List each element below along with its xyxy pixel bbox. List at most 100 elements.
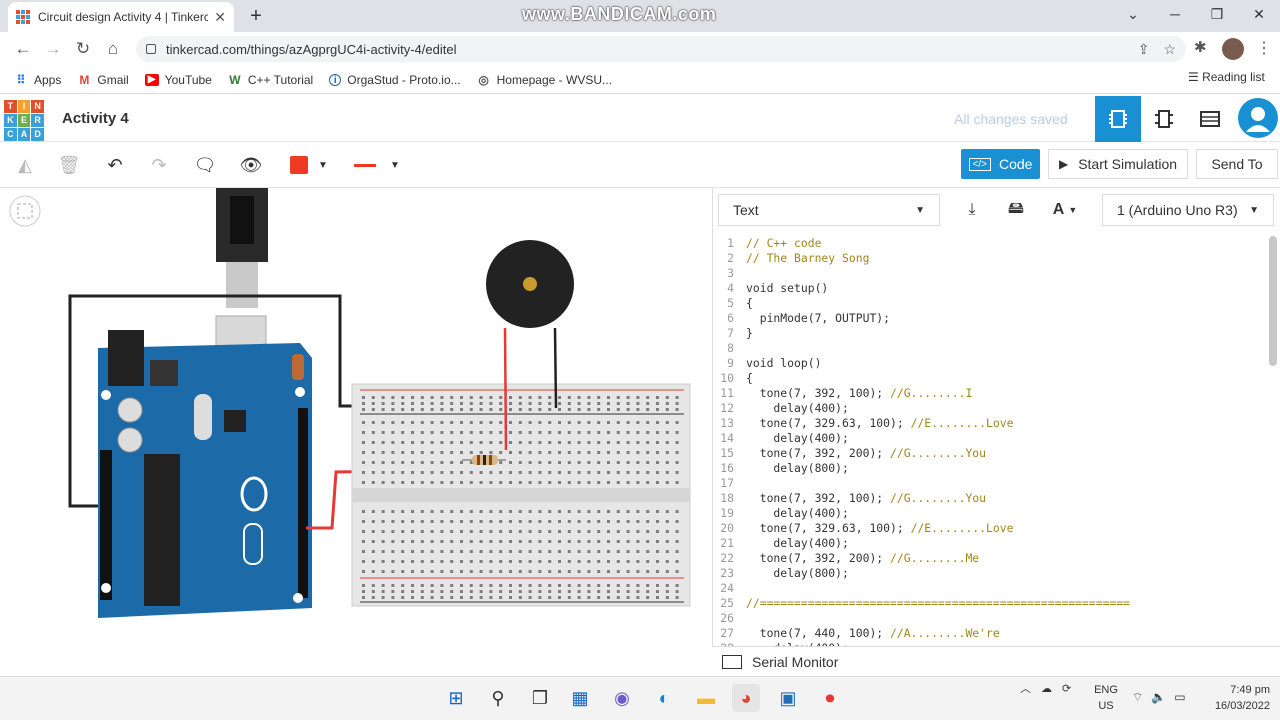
language-indicator[interactable]: ENG US xyxy=(1094,682,1118,714)
extensions-icon[interactable]: ✱ xyxy=(1194,38,1207,56)
code-line[interactable]: 11 tone(7, 392, 100); //G........I xyxy=(714,386,1268,401)
component-list-button[interactable] xyxy=(1187,96,1233,142)
code-line[interactable]: 24 xyxy=(714,581,1268,596)
search-button[interactable]: ⚲ xyxy=(484,684,512,712)
notes-visibility-button[interactable]: 👁 xyxy=(234,148,268,182)
file-explorer-button[interactable]: ▬ xyxy=(692,684,720,712)
bookmark-gmail[interactable]: M Gmail xyxy=(77,73,128,87)
restore-button[interactable]: ❐ xyxy=(1196,0,1238,32)
close-tab-icon[interactable]: ✕ xyxy=(214,9,226,26)
code-line[interactable]: 17 xyxy=(714,476,1268,491)
quick-settings[interactable]: ⌔ 🔈 ▭ xyxy=(1132,690,1186,705)
font-size-button[interactable]: A ▼ xyxy=(1042,194,1088,226)
wire-type-picker[interactable]: ▼ xyxy=(346,150,406,180)
widgets-button[interactable]: ▦ xyxy=(566,684,594,712)
task-view-button[interactable]: ❐ xyxy=(526,684,554,712)
code-line[interactable]: 26 xyxy=(714,611,1268,626)
forward-button[interactable]: → xyxy=(38,39,68,59)
user-account-icon[interactable] xyxy=(1238,98,1278,138)
breadboard-hole xyxy=(381,510,385,513)
code-line[interactable]: 23 delay(800); xyxy=(714,566,1268,581)
breadboard-hole xyxy=(577,471,581,474)
code-line[interactable]: 3 xyxy=(714,266,1268,281)
arduino-uno-board[interactable] xyxy=(98,330,312,618)
code-line[interactable]: 16 delay(800); xyxy=(714,461,1268,476)
address-bar[interactable]: tinkercad.com/things/azAgprgUC4i-activit… xyxy=(136,36,1186,62)
circuit-canvas[interactable] xyxy=(0,188,712,676)
start-simulation-button[interactable]: ▶ Start Simulation xyxy=(1048,149,1188,179)
code-line[interactable]: 22 tone(7, 392, 200); //G........Me xyxy=(714,551,1268,566)
notes-button[interactable]: 🗨 xyxy=(188,148,222,182)
board-select[interactable]: 1 (Arduino Uno R3) ▼ xyxy=(1102,194,1274,226)
bookmark-youtube[interactable]: ▶ YouTube xyxy=(144,73,212,87)
tab-search-icon[interactable]: ⌄ xyxy=(1112,0,1154,32)
code-editor[interactable]: 1 // C++ code 2 // The Barney Song 3 4 void se… xyxy=(714,236,1268,650)
chevron-up-icon[interactable]: ︿ xyxy=(1020,680,1031,696)
code-line[interactable]: 19 delay(400); xyxy=(714,506,1268,521)
minimize-button[interactable]: ─ xyxy=(1154,0,1196,32)
code-line[interactable]: 7} xyxy=(714,326,1268,341)
bandicam-button[interactable]: ⏺ xyxy=(816,684,844,712)
code-line[interactable]: 14 delay(400); xyxy=(714,431,1268,446)
code-line[interactable]: 13 tone(7, 329.63, 100); //E........Love xyxy=(714,416,1268,431)
code-line[interactable]: 6 pinMode(7, OUTPUT); xyxy=(714,311,1268,326)
start-button[interactable]: ⊞ xyxy=(442,684,470,712)
breadboard-hole xyxy=(509,481,512,484)
profile-avatar[interactable] xyxy=(1222,38,1244,60)
edge-button[interactable]: ◐ xyxy=(650,684,678,712)
sync-icon[interactable]: ⟳ xyxy=(1062,682,1071,695)
rotate-button[interactable]: ◭ xyxy=(8,148,42,182)
code-line[interactable]: 10 { xyxy=(714,371,1268,386)
code-line[interactable]: 2 // The Barney Song xyxy=(714,251,1268,266)
bookmark-cpp-tutorial[interactable]: W C++ Tutorial xyxy=(228,73,313,87)
bookmark-wvsu[interactable]: ◎ Homepage - WVSU... xyxy=(477,73,612,87)
code-mode-select[interactable]: Text ▼ xyxy=(718,194,940,226)
download-code-button[interactable]: ⤓ xyxy=(954,194,990,226)
reading-list[interactable]: ☰ Reading list xyxy=(1188,70,1265,84)
redo-button[interactable]: ↷ xyxy=(142,148,176,182)
code-line[interactable]: 1 // C++ code xyxy=(714,236,1268,251)
teams-chat-button[interactable]: ◉ xyxy=(608,684,636,712)
code-line[interactable]: 20 tone(7, 329.63, 100); //E........Love xyxy=(714,521,1268,536)
code-line[interactable]: 4 void setup() xyxy=(714,281,1268,296)
network-off-icon[interactable]: ☁ xyxy=(1041,682,1052,695)
breadboard[interactable] xyxy=(351,383,691,607)
tinkercad-logo[interactable]: T I N K E R C A D xyxy=(4,100,44,141)
code-line[interactable]: 27 tone(7, 440, 100); //A........We're xyxy=(714,626,1268,641)
serial-monitor-bar[interactable]: Serial Monitor xyxy=(712,646,1280,676)
send-to-button[interactable]: Send To xyxy=(1196,149,1278,179)
close-window-button[interactable]: ✕ xyxy=(1238,0,1280,32)
editor-scrollbar[interactable] xyxy=(1269,236,1277,366)
schematic-view-button[interactable] xyxy=(1141,96,1187,142)
fit-view-icon[interactable] xyxy=(9,195,41,227)
new-tab-button[interactable]: + xyxy=(244,4,268,28)
delete-button[interactable]: 🗑 xyxy=(52,148,86,182)
home-button[interactable]: ⌂ xyxy=(98,39,128,59)
upload-library-button[interactable]: 🖴 xyxy=(998,194,1034,226)
bookmark-apps[interactable]: ⠿ Apps xyxy=(14,73,62,87)
code-line[interactable]: 21 delay(400); xyxy=(714,536,1268,551)
design-title[interactable]: Activity 4 xyxy=(62,110,129,127)
system-clock[interactable]: 7:49 pm 16/03/2022 xyxy=(1206,682,1270,714)
undo-button[interactable]: ↶ xyxy=(98,148,132,182)
code-line[interactable]: 8 xyxy=(714,341,1268,356)
code-line[interactable]: 15 tone(7, 392, 200); //G........You xyxy=(714,446,1268,461)
code-line[interactable]: 12 delay(400); xyxy=(714,401,1268,416)
share-icon[interactable]: ⇪ xyxy=(1138,41,1150,58)
breadboard-hole xyxy=(636,530,640,533)
photos-button[interactable]: ▣ xyxy=(774,684,802,712)
code-line[interactable]: 9 void loop() xyxy=(714,356,1268,371)
code-button[interactable]: </> Code xyxy=(961,149,1040,179)
browser-tab[interactable]: Circuit design Activity 4 | Tinkerc ✕ xyxy=(8,2,234,32)
code-line[interactable]: 18 tone(7, 392, 100); //G........You xyxy=(714,491,1268,506)
back-button[interactable]: ← xyxy=(8,39,38,59)
browser-menu-icon[interactable]: ⋮ xyxy=(1256,38,1272,58)
reload-button[interactable]: ↻ xyxy=(68,39,98,59)
code-line[interactable]: 25 //====================================… xyxy=(714,596,1268,611)
chrome-button[interactable]: ◕ xyxy=(732,684,760,712)
color-picker[interactable]: ▼ xyxy=(282,150,340,180)
bookmark-star-icon[interactable]: ☆ xyxy=(1163,41,1176,58)
bookmark-orgastud[interactable]: i OrgaStud - Proto.io... xyxy=(329,73,461,87)
code-line[interactable]: 5{ xyxy=(714,296,1268,311)
circuit-view-button[interactable] xyxy=(1095,96,1141,142)
